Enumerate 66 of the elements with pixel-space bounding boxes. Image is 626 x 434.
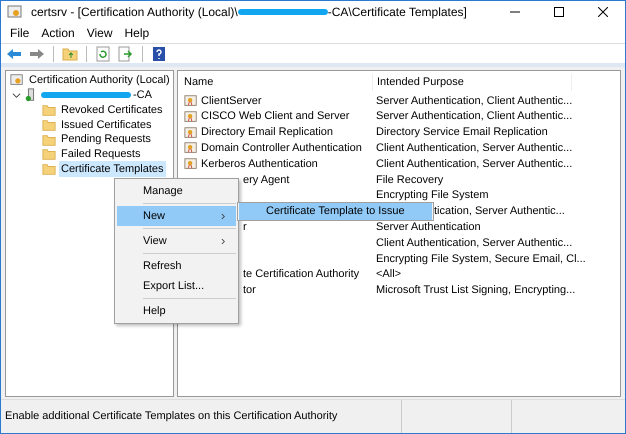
menu-item[interactable]: Refresh — [117, 256, 236, 276]
table-cell-text: ery Agent — [243, 172, 290, 188]
console-icon — [10, 73, 24, 88]
table-cell-text: CISCO Web Client and Server — [201, 109, 350, 124]
table-cell: Microsoft Trust List Signing, Encrypting... — [376, 284, 576, 296]
tree-item[interactable]: Revoked Certificates — [59, 102, 164, 118]
folder-icon — [42, 147, 56, 162]
table-cell: Client Authentication, Server Authentic... — [376, 158, 572, 170]
tree-item[interactable]: Issued Certificates — [59, 116, 154, 134]
chevron-right-icon — [221, 212, 226, 220]
menu-item[interactable]: View — [117, 231, 236, 251]
table-cell-text: ClientServer — [201, 94, 262, 109]
table-cell: Encrypting File System, Secure Email, Cl... — [376, 252, 586, 265]
table-cell: File Recovery — [376, 174, 444, 186]
menu-item[interactable]: File — [5, 24, 34, 42]
tree-item[interactable]: Certification Authority (Local) — [27, 72, 172, 89]
table-cell: Server Authentication, Client Authentic... — [376, 110, 572, 122]
table-cell: Directory Service Email Replication — [376, 126, 548, 138]
maximize-icon — [554, 7, 564, 17]
certificate-icon — [184, 126, 198, 140]
column-header[interactable]: Name — [182, 74, 372, 91]
menu-item[interactable]: Certificate Template to Issue — [239, 203, 432, 220]
table-cell: Encrypting File System — [376, 189, 488, 202]
table-cell: Client Authentication, Server Authentic... — [376, 236, 572, 249]
folder-icon — [62, 46, 78, 62]
certificate-icon — [184, 157, 198, 172]
tree-item[interactable]: Certificate Templates — [59, 160, 166, 178]
tree-item[interactable]: -CA — [131, 86, 154, 104]
window-title: certsrv - [Certification Authority (Local)\ — [31, 4, 238, 21]
certificate-icon — [184, 94, 198, 108]
menu-item[interactable]: Manage — [117, 181, 236, 201]
menu-item[interactable]: Help — [117, 301, 236, 321]
table-cell-text: r — [243, 220, 247, 236]
help-icon — [151, 46, 167, 62]
close-icon — [598, 7, 608, 17]
table-cell: <All> — [376, 268, 402, 280]
chevron-down-icon[interactable] — [12, 90, 21, 100]
chevron-right-icon — [221, 238, 226, 244]
tree-item[interactable]: Failed Requests — [59, 146, 142, 163]
table-cell-text: Directory Email Replication — [201, 125, 334, 140]
menu-item[interactable]: View — [82, 24, 118, 42]
status-text: Enable additional Certificate Templates on this Certification Authority — [5, 409, 338, 424]
refresh-icon — [95, 46, 111, 62]
menu-item[interactable]: Export List... — [117, 276, 236, 296]
menu-item[interactable]: New — [117, 206, 236, 226]
tree-item[interactable]: Pending Requests — [59, 131, 153, 148]
certificate-icon — [184, 141, 198, 156]
app-icon — [7, 4, 23, 20]
table-cell-text: Kerberos Authentication — [201, 156, 318, 172]
certificate-icon — [184, 110, 198, 124]
window-title: -CA\Certificate Templates] — [328, 4, 467, 21]
folder-icon — [42, 132, 56, 147]
folder-icon — [42, 102, 56, 117]
folder-icon — [42, 162, 56, 176]
table-cell-text: Domain Controller Authentication — [201, 141, 362, 156]
folder-icon — [42, 118, 56, 132]
table-cell-text: te Certification Authority — [243, 267, 360, 282]
table-cell: Server Authentication — [376, 221, 481, 234]
table-cell-text: tor — [243, 283, 256, 298]
table-cell: Client Authentication, Server Authentic... — [376, 142, 572, 154]
table-cell: Server Authentication, Client Authentic... — [376, 94, 572, 107]
table-cell: tication, Server Authentic... — [434, 205, 565, 218]
menu-item[interactable]: Action — [36, 24, 80, 42]
column-header[interactable]: Intended Purpose — [372, 74, 572, 91]
export-icon — [118, 46, 134, 62]
menu-item[interactable]: Help — [120, 24, 154, 42]
